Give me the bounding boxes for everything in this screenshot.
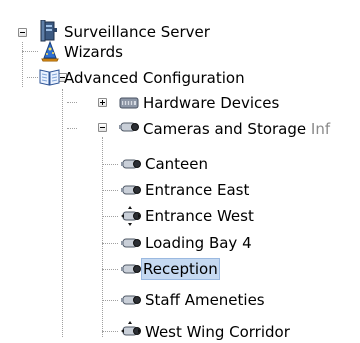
tree-line <box>102 243 118 244</box>
tree-node-label: Staff Ameneties <box>145 291 265 309</box>
truncated-suffix: Inf <box>310 120 331 138</box>
tree-line <box>102 300 118 301</box>
camera-icon <box>120 260 141 280</box>
tree-line <box>102 137 103 337</box>
expand-button[interactable] <box>98 98 107 107</box>
camera-icon <box>120 291 141 311</box>
tree-node-label: Canteen <box>145 155 209 173</box>
tree-node-label: Loading Bay 4 <box>145 234 252 252</box>
collapse-button[interactable] <box>98 123 107 132</box>
tree-line <box>62 89 63 337</box>
camera-icon <box>120 181 141 201</box>
tree-node-label: Entrance East <box>145 181 250 199</box>
server-icon <box>39 20 59 42</box>
tree-node-label: Reception <box>141 258 220 280</box>
tree-node-label: Surveillance Server <box>64 23 210 41</box>
collapse-button[interactable] <box>18 28 27 37</box>
tree-node-label: Cameras and Storage Inf <box>141 118 332 140</box>
tree-line <box>102 331 118 332</box>
tree-line <box>102 216 118 217</box>
tree-line <box>67 128 77 129</box>
tree-line <box>22 42 23 87</box>
configuration-tree: Surveillance Server Wizards Advanced Con… <box>0 0 360 341</box>
tree-line <box>22 51 38 52</box>
camera-icon <box>118 118 139 138</box>
tree-node-label: West Wing Corridor <box>145 323 290 341</box>
tree-line <box>102 190 118 191</box>
tree-line <box>67 102 77 103</box>
tree-node-label: Hardware Devices <box>143 94 280 112</box>
wizard-hat-icon <box>40 40 60 62</box>
ptz-camera-icon <box>120 205 141 226</box>
tree-node-label: Wizards <box>64 43 123 61</box>
tree-line <box>27 77 38 78</box>
camera-icon <box>120 234 141 254</box>
ptz-camera-icon <box>120 320 141 340</box>
tree-node-text: Cameras and Storage <box>143 120 307 138</box>
open-book-icon <box>39 67 60 87</box>
tree-line <box>102 164 118 165</box>
tree-node-label: Entrance West <box>145 207 254 225</box>
hardware-device-icon <box>119 92 139 112</box>
camera-icon <box>120 155 141 175</box>
tree-line <box>102 269 118 270</box>
tree-node-label: Advanced Configuration <box>64 69 245 87</box>
